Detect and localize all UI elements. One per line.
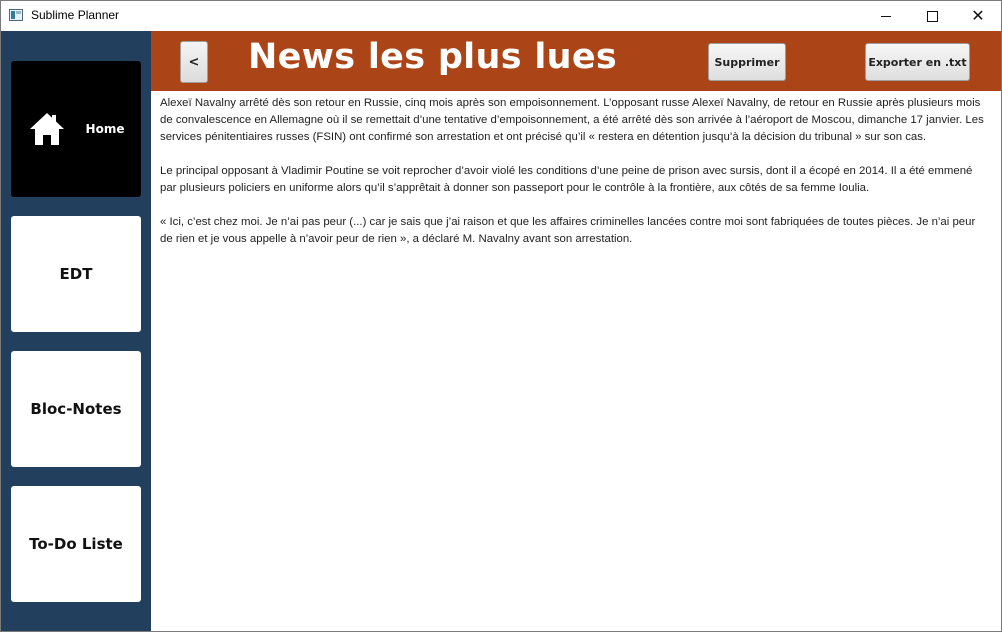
main-content: < News les plus lues Supprimer Exporter … <box>151 31 1001 631</box>
sidebar-item-label: Home <box>85 122 125 136</box>
sidebar-item-bloc-notes[interactable]: Bloc-Notes <box>11 351 141 467</box>
page-title: News les plus lues <box>248 37 618 77</box>
article-paragraph: Le principal opposant à Vladimir Poutine… <box>160 165 973 194</box>
sidebar-item-label: EDT <box>59 265 93 283</box>
sidebar-item-edt[interactable]: EDT <box>11 216 141 332</box>
minimize-button[interactable] <box>863 1 909 31</box>
sidebar-item-home[interactable]: Home <box>11 61 141 197</box>
app-icon <box>9 9 23 21</box>
close-button[interactable]: ✕ <box>955 1 1001 31</box>
news-article: Alexeï Navalny arrêté dès son retour en … <box>160 95 986 265</box>
sidebar: Home EDT Bloc-Notes To-Do Liste <box>1 31 151 631</box>
sidebar-item-todo[interactable]: To-Do Liste <box>11 486 141 602</box>
back-button[interactable]: < <box>180 41 208 83</box>
sidebar-item-label: To-Do Liste <box>29 535 123 553</box>
article-paragraph: « Ici, c’est chez moi. Je n’ai pas peur … <box>160 216 976 245</box>
maximize-icon <box>926 10 938 22</box>
title-bar: Sublime Planner ✕ <box>1 1 1001 31</box>
maximize-button[interactable] <box>909 1 955 31</box>
home-icon <box>29 113 64 145</box>
delete-button[interactable]: Supprimer <box>708 43 786 81</box>
app-window: Sublime Planner ✕ Home EDT Bloc-Notes To… <box>0 0 1002 632</box>
window-title: Sublime Planner <box>31 8 120 22</box>
close-icon: ✕ <box>971 6 985 25</box>
export-txt-button[interactable]: Exporter en .txt <box>865 43 970 81</box>
minimize-icon <box>881 15 891 17</box>
article-paragraph: Alexeï Navalny arrêté dès son retour en … <box>160 97 984 143</box>
sidebar-item-label: Bloc-Notes <box>30 400 122 418</box>
header-bar: < News les plus lues Supprimer Exporter … <box>151 31 1001 91</box>
